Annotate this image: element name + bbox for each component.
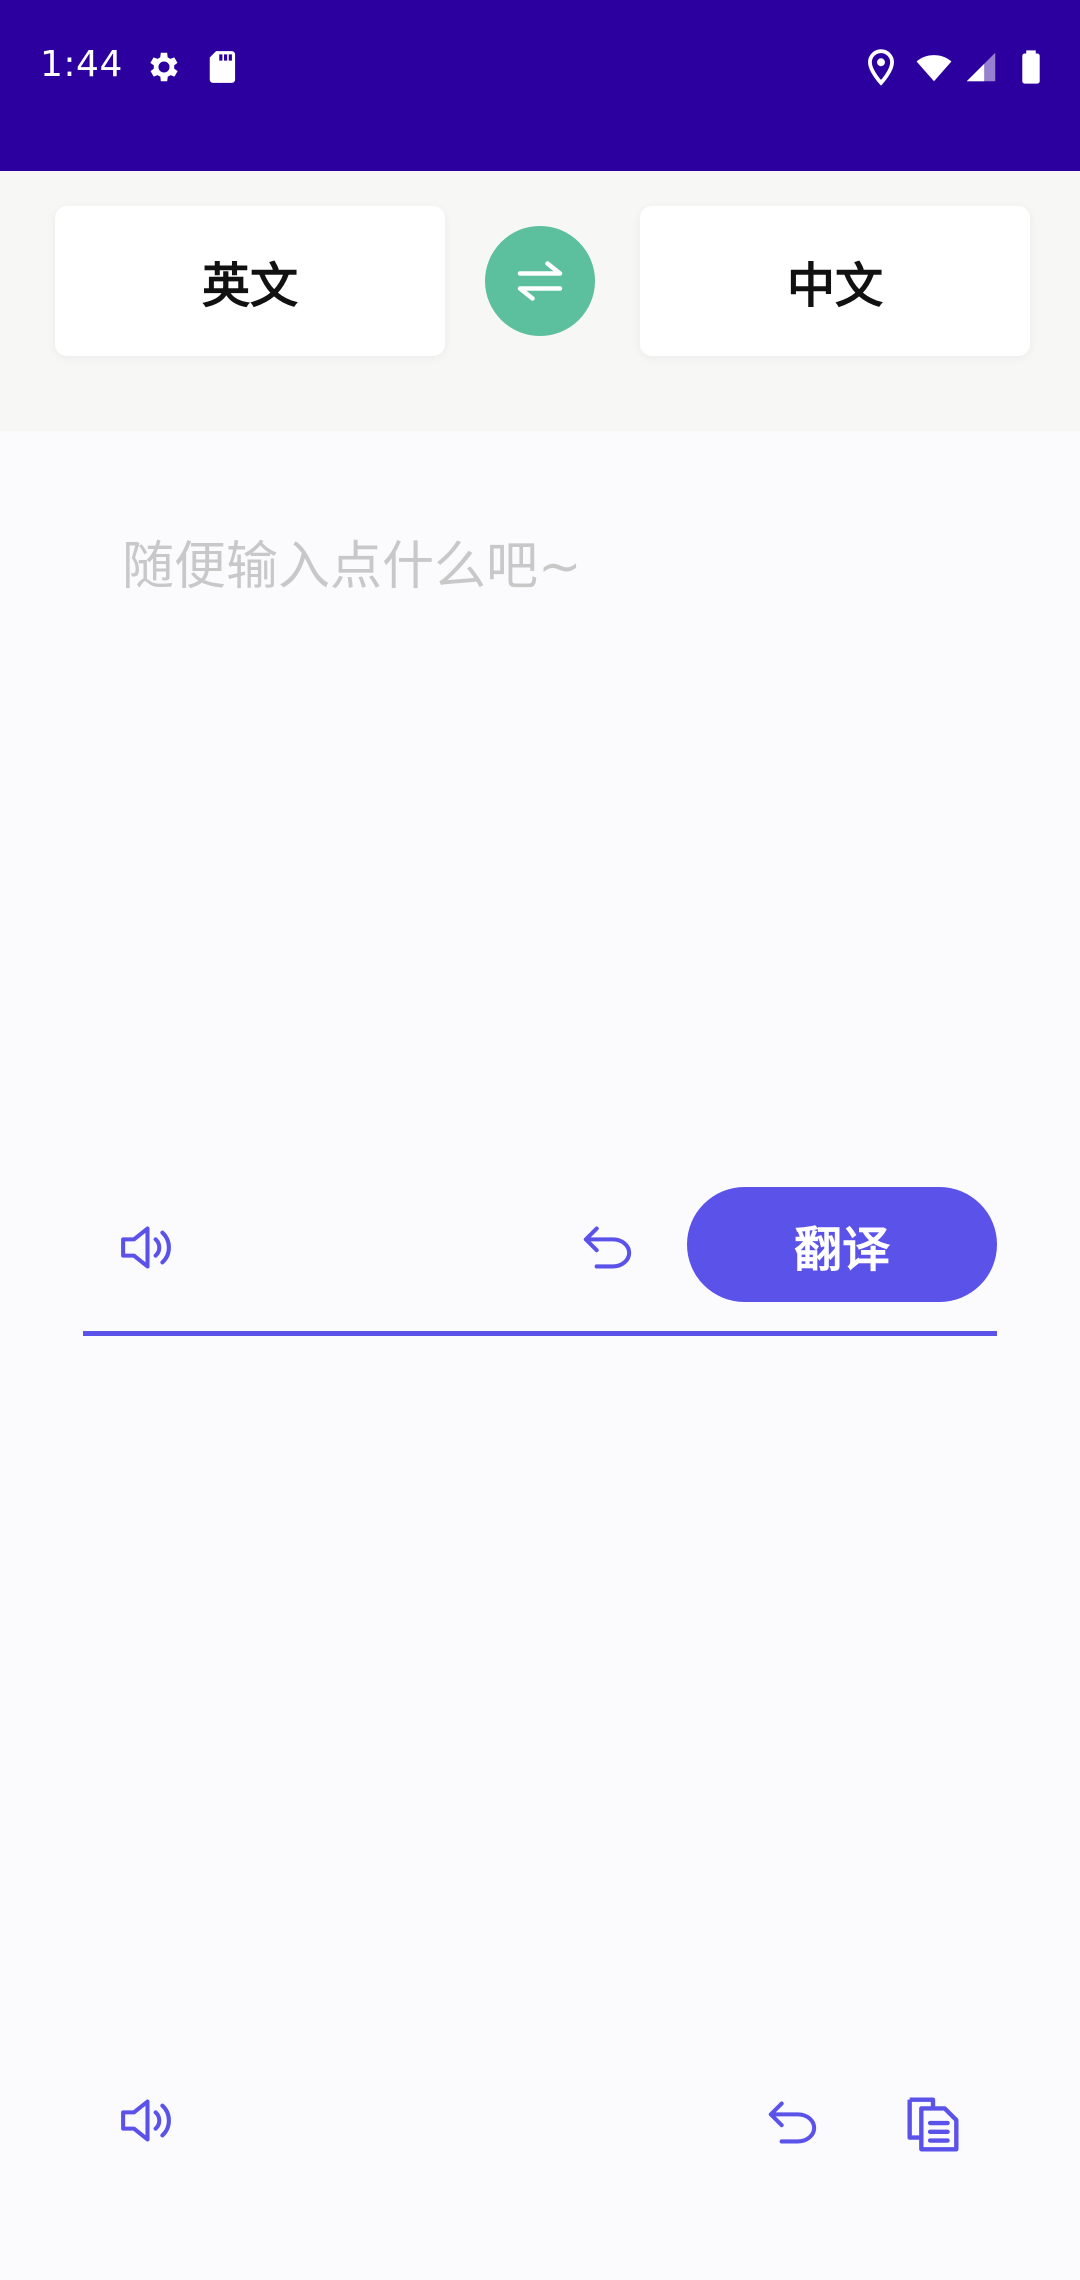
undo-icon [768, 2101, 817, 2144]
settings-icon [145, 48, 183, 86]
status-time: 1:44 [40, 44, 123, 85]
copy-icon [907, 2097, 959, 2152]
speaker-icon [121, 2099, 171, 2142]
battery-icon [1012, 48, 1050, 86]
output-speak-button[interactable] [115, 2088, 180, 2153]
language-bar: 英文 中文 [0, 171, 1080, 431]
translate-button[interactable]: 翻译 [687, 1187, 997, 1302]
sd-card-icon [205, 48, 243, 86]
speaker-icon [121, 1226, 171, 1269]
wifi-icon [912, 48, 956, 86]
swap-languages-button[interactable] [485, 226, 595, 336]
divider [83, 1331, 997, 1336]
target-language-button[interactable]: 中文 [640, 206, 1030, 356]
input-undo-button[interactable] [575, 1215, 640, 1280]
location-icon [862, 48, 900, 86]
undo-icon [583, 1226, 632, 1269]
translation-input[interactable] [120, 521, 984, 613]
status-bar: 1:44 [0, 0, 1080, 171]
swap-arrows-icon [517, 261, 563, 301]
copy-button[interactable] [898, 2088, 968, 2158]
input-speak-button[interactable] [115, 1215, 180, 1280]
source-language-button[interactable]: 英文 [55, 206, 445, 356]
signal-icon [962, 48, 1000, 86]
output-undo-button[interactable] [760, 2090, 825, 2155]
